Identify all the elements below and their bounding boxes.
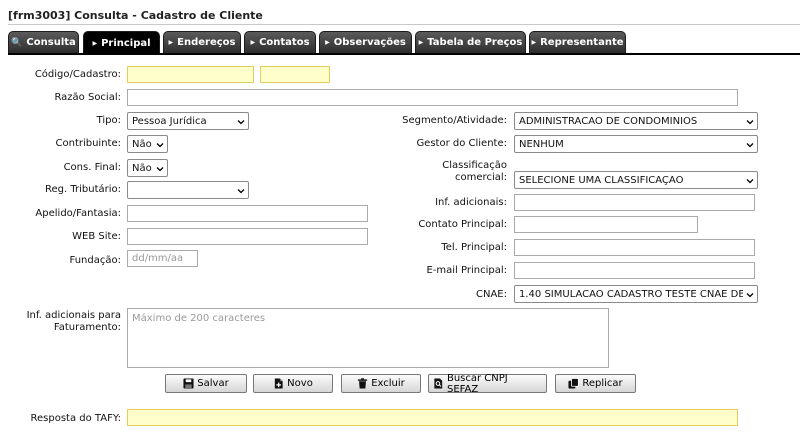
tab-observacoes[interactable]: ▶ Observações — [319, 31, 412, 53]
fundacao-label: Fundação: — [69, 255, 121, 266]
tipo-select[interactable]: Pessoa Jurídica — [127, 112, 249, 130]
reg-tributario-label: Reg. Tributário: — [45, 184, 121, 195]
chevron-down-icon — [156, 167, 164, 172]
cnae-select[interactable]: 1.40 SIMULACAO CADASTRO TESTE CNAE DE C — [514, 285, 758, 303]
title-divider — [8, 24, 800, 25]
tab-label: Contatos — [259, 37, 310, 48]
chevron-down-icon — [746, 120, 754, 125]
classificacao-label-line2: comercial: — [455, 172, 507, 183]
magnifier-icon: 🔍 — [11, 37, 23, 48]
novo-button-label: Novo — [287, 378, 313, 389]
chevron-down-icon — [237, 189, 245, 194]
classificacao-label: Classificação comercial: — [380, 160, 507, 184]
tab-bar: 🔍 Consulta ▶ Principal ▶ Endereços ▶ Con… — [8, 31, 800, 55]
cnae-label: CNAE: — [476, 289, 507, 300]
tafy-input[interactable] — [127, 409, 738, 426]
classificacao-select-value: SELECIONE UMA CLASSIFICAÇÃO — [519, 174, 684, 186]
tab-enderecos[interactable]: ▶ Endereços — [163, 31, 241, 53]
reg-tributario-select[interactable] — [127, 181, 249, 199]
razao-social-input[interactable] — [127, 89, 738, 106]
classificacao-select[interactable]: SELECIONE UMA CLASSIFICAÇÃO — [514, 171, 758, 189]
replicar-button[interactable]: Replicar — [555, 374, 636, 393]
salvar-button-label: Salvar — [197, 378, 229, 389]
codigo-label: Código/Cadastro: — [34, 69, 121, 80]
tab-label: Consulta — [26, 37, 76, 48]
faturamento-label: Inf. adicionais para Faturamento: — [0, 310, 121, 334]
triangle-right-icon: ▶ — [250, 39, 256, 46]
tab-contatos[interactable]: ▶ Contatos — [244, 31, 316, 53]
tab-label: Endereços — [177, 37, 236, 48]
email-principal-label: E-mail Principal: — [426, 265, 507, 276]
razao-social-label: Razão Social: — [54, 92, 121, 103]
copy-icon — [568, 378, 580, 389]
tel-principal-label: Tel. Principal: — [441, 242, 507, 253]
tipo-label: Tipo: — [96, 115, 121, 126]
window-title: [frm3003] Consulta - Cadastro de Cliente — [8, 9, 263, 22]
chevron-down-icon — [746, 179, 754, 184]
gestor-select-value: NENHUM — [519, 138, 564, 150]
tab-label: Principal — [101, 38, 151, 49]
tafy-label: Resposta do TAFY: — [30, 413, 121, 424]
excluir-button[interactable]: Excluir — [341, 374, 421, 393]
floppy-disk-icon — [183, 378, 194, 389]
gestor-select[interactable]: NENHUM — [514, 135, 758, 153]
tab-label: Observações — [333, 37, 406, 48]
contato-principal-label: Contato Principal: — [418, 219, 507, 230]
tel-principal-input[interactable] — [514, 239, 755, 256]
search-document-icon — [434, 378, 443, 389]
codigo-input[interactable] — [127, 66, 254, 83]
chevron-down-icon — [746, 293, 754, 298]
buscar-cnpj-button-label: Buscar CNPJ SEFAZ — [446, 372, 508, 395]
tab-label: Representante — [540, 37, 624, 48]
cons-final-select[interactable]: Não — [127, 159, 168, 177]
contribuinte-select[interactable]: Não — [127, 135, 168, 153]
triangle-right-icon: ▶ — [418, 39, 424, 46]
contribuinte-label: Contribuinte: — [55, 138, 122, 149]
email-principal-input[interactable] — [514, 262, 755, 279]
gestor-label: Gestor do Cliente: — [416, 138, 507, 149]
apelido-input[interactable] — [127, 205, 368, 222]
web-site-input[interactable] — [127, 228, 368, 245]
tab-principal[interactable]: ▶ Principal — [83, 31, 160, 55]
buscar-cnpj-button[interactable]: Buscar CNPJ SEFAZ — [428, 372, 547, 395]
cadastro-input[interactable] — [260, 66, 330, 83]
excluir-button-label: Excluir — [371, 378, 405, 389]
segmento-select-value: ADMINISTRACAO DE CONDOMINIOS — [519, 115, 698, 127]
faturamento-label-line1: Inf. adicionais para — [26, 310, 121, 321]
apelido-label: Apelido/Fantasia: — [35, 208, 121, 219]
tab-tabela-precos[interactable]: ▶ Tabela de Preços — [415, 31, 526, 53]
triangle-right-icon: ▶ — [531, 39, 537, 46]
web-site-label: WEB Site: — [72, 231, 121, 242]
segmento-select[interactable]: ADMINISTRACAO DE CONDOMINIOS — [514, 112, 758, 130]
cons-final-select-value: Não — [132, 162, 152, 174]
salvar-button[interactable]: Salvar — [165, 374, 247, 393]
inf-adicionais-input[interactable] — [514, 194, 755, 211]
novo-button[interactable]: Novo — [253, 374, 333, 393]
tipo-select-value: Pessoa Jurídica — [132, 115, 207, 127]
chevron-down-icon — [746, 143, 754, 148]
faturamento-label-line2: Faturamento: — [53, 322, 121, 333]
replicar-button-label: Replicar — [582, 378, 623, 389]
new-document-icon — [275, 378, 283, 389]
faturamento-textarea[interactable] — [127, 308, 609, 368]
triangle-right-icon: ▶ — [325, 39, 330, 46]
tab-consulta[interactable]: 🔍 Consulta — [8, 31, 79, 53]
tab-label: Tabela de Preços — [427, 37, 523, 48]
tab-representante[interactable]: ▶ Representante — [529, 31, 626, 53]
triangle-right-icon: ▶ — [168, 39, 174, 46]
tab-underline — [8, 53, 800, 55]
classificacao-label-line1: Classificação — [442, 160, 507, 171]
chevron-down-icon — [156, 143, 164, 148]
trash-icon — [358, 378, 368, 389]
contato-principal-input[interactable] — [514, 216, 698, 233]
cnae-select-value: 1.40 SIMULACAO CADASTRO TESTE CNAE DE C — [519, 288, 743, 300]
cons-final-label: Cons. Final: — [63, 162, 121, 173]
triangle-right-icon: ▶ — [92, 40, 98, 47]
fundacao-input[interactable] — [127, 250, 198, 267]
inf-adicionais-label: Inf. adicionais: — [435, 197, 507, 208]
segmento-label: Segmento/Atividade: — [402, 115, 507, 126]
chevron-down-icon — [237, 120, 245, 125]
contribuinte-select-value: Não — [132, 138, 152, 150]
